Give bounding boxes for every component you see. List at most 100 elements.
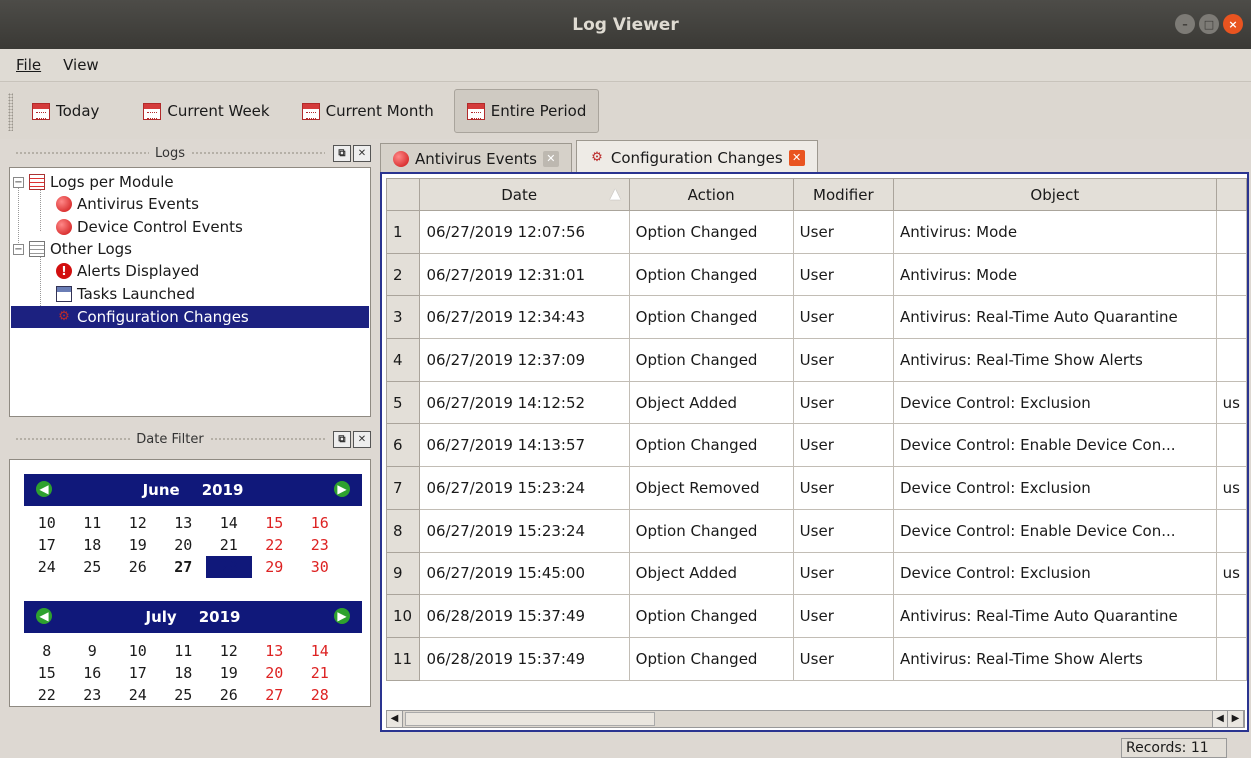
calendar-day[interactable]: 18 [161, 662, 207, 684]
tree-item-tasks-launched[interactable]: Tasks Launched [56, 283, 195, 305]
float-panel-icon[interactable]: ⧉ [333, 430, 351, 448]
calendar-day[interactable]: 19 [206, 662, 252, 684]
calendar-day[interactable]: 27 [252, 684, 298, 706]
minimize-icon[interactable]: – [1175, 14, 1195, 34]
calendar-day[interactable]: 24 [24, 556, 70, 578]
calendar-day[interactable]: 16 [297, 512, 343, 534]
calendar-day[interactable]: 12 [115, 512, 161, 534]
close-tab-icon[interactable]: ✕ [788, 149, 805, 166]
calendar-day[interactable]: 21 [206, 534, 252, 556]
table-row[interactable]: 5 06/27/2019 14:12:52 Object Added User Devi… [385, 380, 1247, 425]
calendar-day[interactable]: 20 [161, 534, 207, 556]
calendar-day[interactable]: 17 [24, 534, 70, 556]
prev-month-icon[interactable]: ◀ [36, 608, 52, 624]
tree-item-alerts-displayed[interactable]: ! Alerts Displayed [56, 260, 199, 282]
calendar-day[interactable]: 15 [252, 512, 298, 534]
calendar-day[interactable]: 11 [161, 640, 207, 662]
table-row[interactable]: 11 06/28/2019 15:37:49 Option Changed User A… [385, 636, 1247, 681]
calendar-day[interactable]: 10 [24, 512, 70, 534]
menu-file[interactable]: File [16, 56, 41, 74]
current-week-button[interactable]: Current Week [131, 89, 281, 133]
calendar-day[interactable]: 28 [206, 556, 252, 578]
collapse-icon[interactable]: − [13, 243, 24, 255]
month-name[interactable]: July [146, 608, 177, 626]
tree-item-device-control-events[interactable]: Device Control Events [56, 216, 243, 238]
today-button[interactable]: Today [20, 89, 111, 133]
tab-antivirus-events[interactable]: Antivirus Events ✕ [380, 143, 572, 174]
column-header-modifier[interactable]: Modifier [792, 178, 895, 211]
table-row[interactable]: 3 06/27/2019 12:34:43 Option Changed User An… [385, 295, 1247, 340]
menu-view[interactable]: View [63, 56, 99, 74]
horizontal-scrollbar[interactable]: ◀ ◀ ▶ [386, 710, 1245, 728]
close-tab-icon[interactable]: ✕ [542, 151, 559, 167]
calendar-day[interactable]: 22 [252, 534, 298, 556]
calendar-day[interactable]: 25 [70, 556, 116, 578]
calendar-day[interactable]: 26 [206, 684, 252, 706]
calendar-day[interactable]: 11 [70, 512, 116, 534]
calendar-day[interactable]: 13 [161, 512, 207, 534]
table-row[interactable]: 10 06/28/2019 15:37:49 Option Changed User A… [385, 594, 1247, 638]
table-row[interactable]: 8 06/27/2019 15:23:24 Option Changed User De… [385, 508, 1247, 553]
calendar-day[interactable]: 26 [115, 556, 161, 578]
july-header: ◀ July 2019 ▶ [24, 601, 362, 633]
column-header-date[interactable]: Date ▲ [419, 178, 630, 211]
calendar-day[interactable]: 18 [70, 534, 116, 556]
table-row[interactable]: 7 06/27/2019 15:23:24 Object Removed User De… [385, 466, 1247, 510]
toolbar-grip[interactable] [8, 93, 13, 131]
calendar-day[interactable]: 28 [297, 684, 343, 706]
calendar-day[interactable]: 10 [115, 640, 161, 662]
tab-configuration-changes[interactable]: ⚙ Configuration Changes ✕ [575, 140, 818, 174]
close-panel-icon[interactable]: ✕ [353, 430, 371, 448]
table-row[interactable]: 4 06/27/2019 12:37:09 Option Changed User An… [385, 338, 1247, 382]
calendar-day[interactable]: 30 [297, 556, 343, 578]
table-row[interactable]: 1 06/27/2019 12:07:56 Option Changed User An… [385, 210, 1247, 254]
calendar-day[interactable]: 21 [297, 662, 343, 684]
column-header-object[interactable]: Object [893, 178, 1217, 211]
calendar-day[interactable]: 19 [115, 534, 161, 556]
calendar-day[interactable]: 23 [297, 534, 343, 556]
calendar-day[interactable]: 16 [70, 662, 116, 684]
scrollbar-thumb[interactable] [405, 712, 655, 726]
current-month-button[interactable]: Current Month [290, 89, 446, 133]
calendar-day[interactable]: 25 [161, 684, 207, 706]
table-row[interactable]: 6 06/27/2019 14:13:57 Option Changed User De… [385, 423, 1247, 468]
maximize-icon[interactable]: □ [1199, 14, 1219, 34]
next-month-icon[interactable]: ▶ [334, 481, 350, 497]
row-number-header[interactable] [385, 178, 421, 211]
prev-month-icon[interactable]: ◀ [36, 481, 52, 497]
scroll-right-icon[interactable]: ▶ [1228, 711, 1244, 727]
calendar-day[interactable]: 17 [115, 662, 161, 684]
year-name[interactable]: 2019 [199, 608, 241, 626]
tree-item-logs-per-module[interactable]: − Logs per Module [13, 171, 174, 193]
calendar-day[interactable]: 29 [252, 556, 298, 578]
float-panel-icon[interactable]: ⧉ [333, 144, 351, 162]
calendar-day[interactable]: 14 [206, 512, 252, 534]
close-icon[interactable]: × [1223, 14, 1243, 34]
calendar-day[interactable]: 13 [252, 640, 298, 662]
calendar-day[interactable]: 24 [115, 684, 161, 706]
calendar-day[interactable]: 23 [70, 684, 116, 706]
calendar-day[interactable]: 27 [161, 556, 207, 578]
tree-item-other-logs[interactable]: − Other Logs [13, 238, 132, 260]
scroll-left-end-icon[interactable]: ◀ [1212, 711, 1228, 727]
column-header-extra[interactable] [1215, 178, 1247, 211]
close-panel-icon[interactable]: ✕ [353, 144, 371, 162]
calendar-day[interactable]: 15 [24, 662, 70, 684]
month-name[interactable]: June [143, 481, 180, 499]
calendar-day[interactable]: 14 [297, 640, 343, 662]
calendar-day[interactable]: 12 [206, 640, 252, 662]
next-month-icon[interactable]: ▶ [334, 608, 350, 624]
column-header-action[interactable]: Action [628, 178, 794, 211]
calendar-day[interactable]: 8 [24, 640, 70, 662]
year-name[interactable]: 2019 [202, 481, 244, 499]
table-row[interactable]: 9 06/27/2019 15:45:00 Object Added User Devi… [385, 551, 1247, 596]
entire-period-button[interactable]: Entire Period [453, 89, 600, 133]
tree-item-configuration-changes[interactable]: ⚙ Configuration Changes [11, 306, 369, 328]
calendar-day[interactable]: 20 [252, 662, 298, 684]
calendar-day[interactable]: 9 [70, 640, 116, 662]
table-row[interactable]: 2 06/27/2019 12:31:01 Option Changed User An… [385, 252, 1247, 297]
scroll-left-icon[interactable]: ◀ [387, 711, 403, 727]
collapse-icon[interactable]: − [13, 176, 24, 188]
tree-item-antivirus-events[interactable]: Antivirus Events [56, 193, 199, 215]
calendar-day[interactable]: 22 [24, 684, 70, 706]
